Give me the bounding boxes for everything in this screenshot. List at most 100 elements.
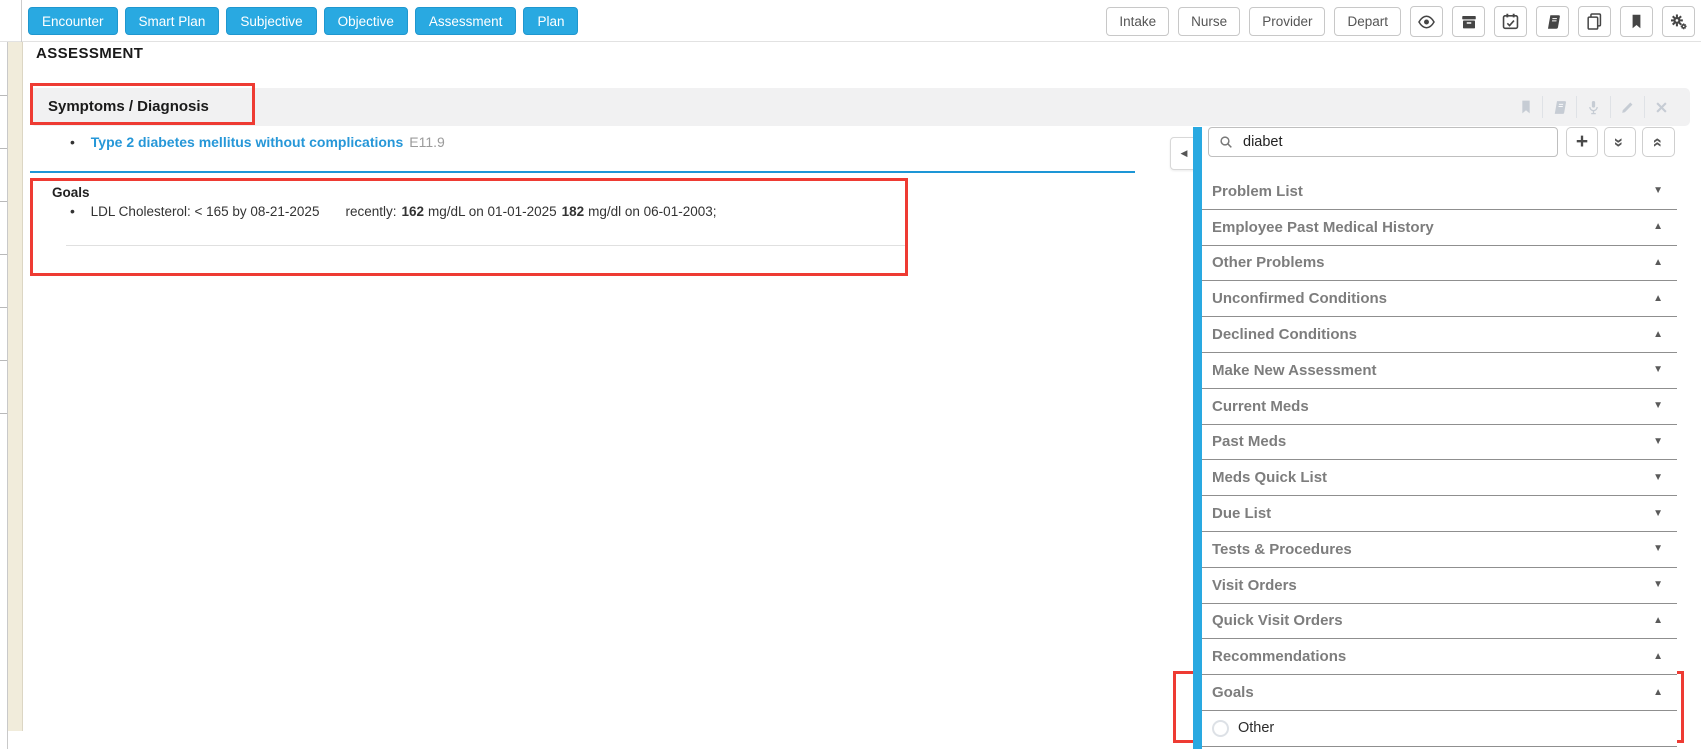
sidebar-subitem-other[interactable]: Other: [1202, 710, 1677, 747]
goal-list-item[interactable]: LDL Cholesterol: < 165 by 08-21-2025 rece…: [70, 203, 717, 219]
encounter-button[interactable]: Encounter: [28, 7, 118, 35]
subjective-button[interactable]: Subjective: [226, 7, 317, 35]
close-icon[interactable]: [1645, 95, 1678, 119]
sidebar-item-visit-orders[interactable]: Visit Orders ▼: [1202, 567, 1677, 604]
chevron-icon[interactable]: ▼: [1653, 436, 1663, 447]
sidebar-item-current-meds[interactable]: Current Meds ▼: [1202, 388, 1677, 425]
stage-button-group: Intake Nurse Provider Depart: [1106, 6, 1695, 37]
chevron-icon[interactable]: ▼: [1653, 508, 1663, 519]
sidebar-item-label: Recommendations: [1212, 648, 1347, 666]
chevron-icon[interactable]: ▼: [1653, 365, 1663, 375]
sidebar-item-employee-past-medical-history[interactable]: Employee Past Medical History ▲: [1202, 209, 1677, 246]
sidebar-accent-stripe: [1193, 127, 1202, 749]
double-chevron-up-icon: «: [1649, 137, 1668, 147]
ehr-assessment-screen: Encounter Smart Plan Subjective Objectiv…: [0, 0, 1701, 749]
bookmark-icon[interactable]: [1620, 6, 1653, 37]
sidebar-subitem-label: Other: [1238, 720, 1275, 737]
sidebar-item-label: Tests & Procedures: [1212, 540, 1352, 558]
radio-button-icon[interactable]: [1212, 719, 1229, 737]
sidebar-item-unconfirmed-conditions[interactable]: Unconfirmed Conditions ▲: [1202, 281, 1677, 318]
eye-icon[interactable]: [1410, 6, 1443, 37]
copy-pages-icon[interactable]: [1578, 6, 1611, 37]
sidebar-item-meds-quick-list[interactable]: Meds Quick List ▼: [1202, 460, 1677, 497]
objective-button[interactable]: Objective: [323, 7, 408, 35]
sidebar-item-tests-procedures[interactable]: Tests & Procedures ▼: [1202, 531, 1677, 568]
sidebar-item-label: Meds Quick List: [1212, 469, 1328, 487]
sidebar-item-problem-list[interactable]: Problem List ▼: [1202, 174, 1677, 210]
calendar-check-icon[interactable]: [1494, 6, 1527, 37]
sidebar-item-due-list[interactable]: Due List ▼: [1202, 496, 1677, 532]
settings-gears-icon[interactable]: [1662, 6, 1695, 37]
search-input[interactable]: [1208, 127, 1558, 157]
chevron-icon[interactable]: ▲: [1653, 615, 1663, 626]
sidebar-item-label: Due List: [1212, 505, 1272, 523]
plan-button[interactable]: Plan: [523, 7, 579, 35]
plus-icon: +: [1575, 129, 1589, 153]
sidebar-item-label: Current Meds: [1212, 397, 1309, 415]
chevron-icon[interactable]: ▲: [1653, 651, 1663, 662]
pencil-icon[interactable]: [1611, 95, 1644, 119]
sidebar-item-other-problems[interactable]: Other Problems ▲: [1202, 245, 1677, 282]
chevron-icon[interactable]: ▲: [1653, 687, 1663, 698]
microphone-icon[interactable]: [1577, 95, 1610, 119]
chevron-icon[interactable]: ▲: [1653, 329, 1663, 340]
sidebar-item-label: Goals: [1212, 684, 1254, 702]
sidebar-item-goals[interactable]: Goals ▲: [1202, 675, 1677, 711]
assessment-button[interactable]: Assessment: [414, 7, 517, 35]
chevron-icon[interactable]: ▲: [1653, 293, 1663, 304]
provider-button[interactable]: Provider: [1249, 7, 1326, 36]
archive-box-icon[interactable]: [1452, 6, 1485, 37]
book-icon[interactable]: [1536, 6, 1569, 37]
sidebar-item-label: Unconfirmed Conditions: [1212, 290, 1387, 308]
left-edge-panel: [0, 42, 8, 749]
search-icon: [1218, 134, 1234, 155]
sidebar-item-recommendations[interactable]: Recommendations ▲: [1202, 639, 1677, 676]
top-toolbar: Encounter Smart Plan Subjective Objectiv…: [0, 0, 1701, 42]
chevron-left-icon: ◀: [1180, 148, 1188, 158]
sidebar-item-past-meds[interactable]: Past Meds ▼: [1202, 424, 1677, 461]
chevron-icon[interactable]: ▲: [1653, 222, 1663, 232]
sidebar-item-make-new-assessment[interactable]: Make New Assessment ▼: [1202, 352, 1677, 389]
chevron-icon[interactable]: ▼: [1653, 472, 1663, 483]
goal-divider-line: [66, 245, 906, 246]
page-title: ASSESSMENT: [36, 45, 144, 62]
double-chevron-down-icon: »: [1610, 137, 1630, 147]
smart-plan-button[interactable]: Smart Plan: [124, 7, 220, 35]
sidebar-item-label: Other Problems: [1212, 254, 1325, 272]
left-divider-line: [21, 0, 22, 42]
diagnosis-code: E11.9: [409, 134, 445, 150]
chevron-icon[interactable]: ▼: [1653, 580, 1663, 590]
goal-unit-date-2: mg/dl on 06-01-2003;: [588, 204, 717, 219]
chevron-icon[interactable]: ▲: [1653, 257, 1663, 268]
diagnosis-name-link[interactable]: Type 2 diabetes mellitus without complic…: [91, 134, 403, 150]
expand-all-button[interactable]: »: [1604, 127, 1636, 157]
sidebar-item-label: Employee Past Medical History: [1212, 218, 1434, 236]
section-title: Symptoms / Diagnosis: [48, 98, 209, 115]
add-button[interactable]: +: [1566, 127, 1598, 157]
sidebar-accordion-list: Problem List ▼ Employee Past Medical Hist…: [1202, 174, 1677, 747]
chevron-icon[interactable]: ▼: [1653, 401, 1663, 411]
goal-recently-label: recently:: [345, 204, 397, 219]
collapse-all-button[interactable]: «: [1642, 127, 1675, 157]
sidebar-item-label: Quick Visit Orders: [1212, 612, 1343, 630]
sidebar-item-label: Past Meds: [1212, 433, 1287, 451]
diagnosis-underline: [30, 171, 1135, 173]
chevron-icon[interactable]: ▼: [1653, 186, 1663, 196]
symptoms-diagnosis-section-header: Symptoms / Diagnosis: [30, 88, 1690, 126]
book-icon[interactable]: [1543, 95, 1576, 119]
diagnosis-list-item[interactable]: Type 2 diabetes mellitus without complic…: [70, 134, 445, 150]
nurse-button[interactable]: Nurse: [1178, 7, 1241, 36]
bookmark-icon[interactable]: [1509, 95, 1542, 119]
goal-unit-date-1: mg/dL on 01-01-2025: [428, 204, 557, 219]
depart-button[interactable]: Depart: [1334, 7, 1401, 36]
intake-button[interactable]: Intake: [1106, 7, 1170, 36]
goal-value-2: 182: [561, 204, 585, 219]
section-header-icons: [1509, 95, 1678, 119]
left-margin-strip: [8, 42, 23, 731]
sidebar-item-quick-visit-orders[interactable]: Quick Visit Orders ▲: [1202, 603, 1677, 640]
goals-heading: Goals: [52, 185, 90, 200]
chevron-icon[interactable]: ▼: [1653, 544, 1663, 554]
goal-value-1: 162: [401, 204, 425, 219]
sidebar-item-declined-conditions[interactable]: Declined Conditions ▲: [1202, 317, 1677, 353]
sidebar-item-label: Visit Orders: [1212, 576, 1297, 594]
